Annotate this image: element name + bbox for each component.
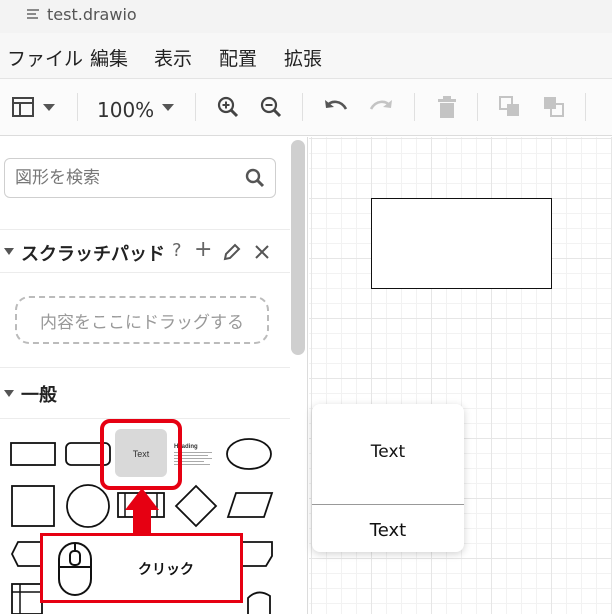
ellipse-shape[interactable] (226, 438, 272, 470)
click-label: クリック (138, 562, 194, 578)
shape-search (4, 158, 276, 198)
separator (195, 93, 196, 121)
undo-button[interactable] (321, 92, 351, 122)
circle-shape[interactable] (66, 484, 110, 528)
separator (477, 93, 478, 121)
mouse-icon (58, 542, 92, 596)
to-front-button[interactable] (497, 92, 523, 122)
rectangle-shape[interactable] (10, 442, 56, 466)
toolbar: 100% (0, 79, 612, 136)
arrow-up-icon (125, 488, 159, 510)
general-title: 一般 (21, 385, 57, 406)
scratchpad-header[interactable]: スクラッチパッド (0, 229, 290, 273)
separator (414, 93, 415, 121)
zoom-out-button[interactable] (257, 92, 285, 122)
to-back-button[interactable] (541, 92, 567, 122)
collapse-icon (4, 390, 14, 397)
menu-file[interactable]: ファイル (7, 44, 83, 71)
to-back-icon (544, 97, 564, 117)
view-panels-button[interactable] (8, 92, 58, 122)
general-header[interactable]: 一般 (0, 367, 290, 419)
menu-bar: ファイル 編集 表示 配置 拡張 (0, 33, 612, 79)
menu-view[interactable]: 表示 (154, 44, 192, 71)
arrow-stem (133, 508, 151, 534)
highlight-box (100, 419, 182, 490)
click-callout: クリック (40, 533, 243, 603)
title-bar: test.drawio (0, 0, 612, 33)
to-front-icon (499, 96, 519, 116)
chevron-down-icon (43, 103, 55, 111)
redo-button[interactable] (366, 92, 396, 122)
separator (585, 93, 586, 121)
search-icon[interactable] (245, 168, 265, 188)
tape-shape[interactable] (247, 591, 271, 614)
preview-divider (312, 504, 464, 505)
scratchpad-drop-zone[interactable]: 内容をここにドラッグする (15, 296, 269, 344)
preview-text: Text (370, 442, 406, 462)
zoom-in-button[interactable] (214, 92, 242, 122)
file-icon (27, 9, 39, 21)
trash-icon (438, 96, 456, 118)
sidebar-scrollbar[interactable] (291, 140, 305, 355)
close-icon[interactable] (254, 244, 270, 260)
search-input[interactable] (15, 168, 245, 188)
menu-extras[interactable]: 拡張 (284, 44, 322, 71)
menu-edit[interactable]: 編集 (90, 44, 128, 71)
square-shape[interactable] (11, 485, 55, 527)
internal-storage-shape[interactable] (11, 583, 43, 614)
parallelogram-shape[interactable] (226, 492, 274, 518)
canvas-rectangle[interactable] (371, 198, 552, 289)
diamond-shape[interactable] (174, 484, 218, 528)
separator (302, 93, 303, 121)
menu-arrange[interactable]: 配置 (219, 44, 257, 71)
zoom-level[interactable]: 100% (97, 98, 154, 122)
separator (77, 93, 78, 121)
undo-icon (325, 100, 348, 110)
zoom-in-icon (217, 96, 239, 118)
redo-icon (369, 100, 392, 110)
zoom-dropdown[interactable] (158, 92, 178, 122)
preview-label: Text (369, 520, 407, 541)
zoom-out-icon (260, 96, 282, 118)
scratchpad-add-button[interactable]: + (194, 237, 212, 262)
pencil-icon[interactable] (222, 242, 242, 262)
layout-icon (12, 97, 34, 117)
chevron-down-icon (162, 103, 174, 111)
scratchpad-help-button[interactable]: ? (172, 240, 182, 264)
delete-button[interactable] (434, 92, 460, 122)
scratchpad-title: スクラッチパッド (21, 244, 165, 265)
window-title: test.drawio (47, 5, 137, 24)
collapse-icon (4, 248, 14, 255)
shape-preview-tooltip: Text Text (312, 404, 464, 552)
